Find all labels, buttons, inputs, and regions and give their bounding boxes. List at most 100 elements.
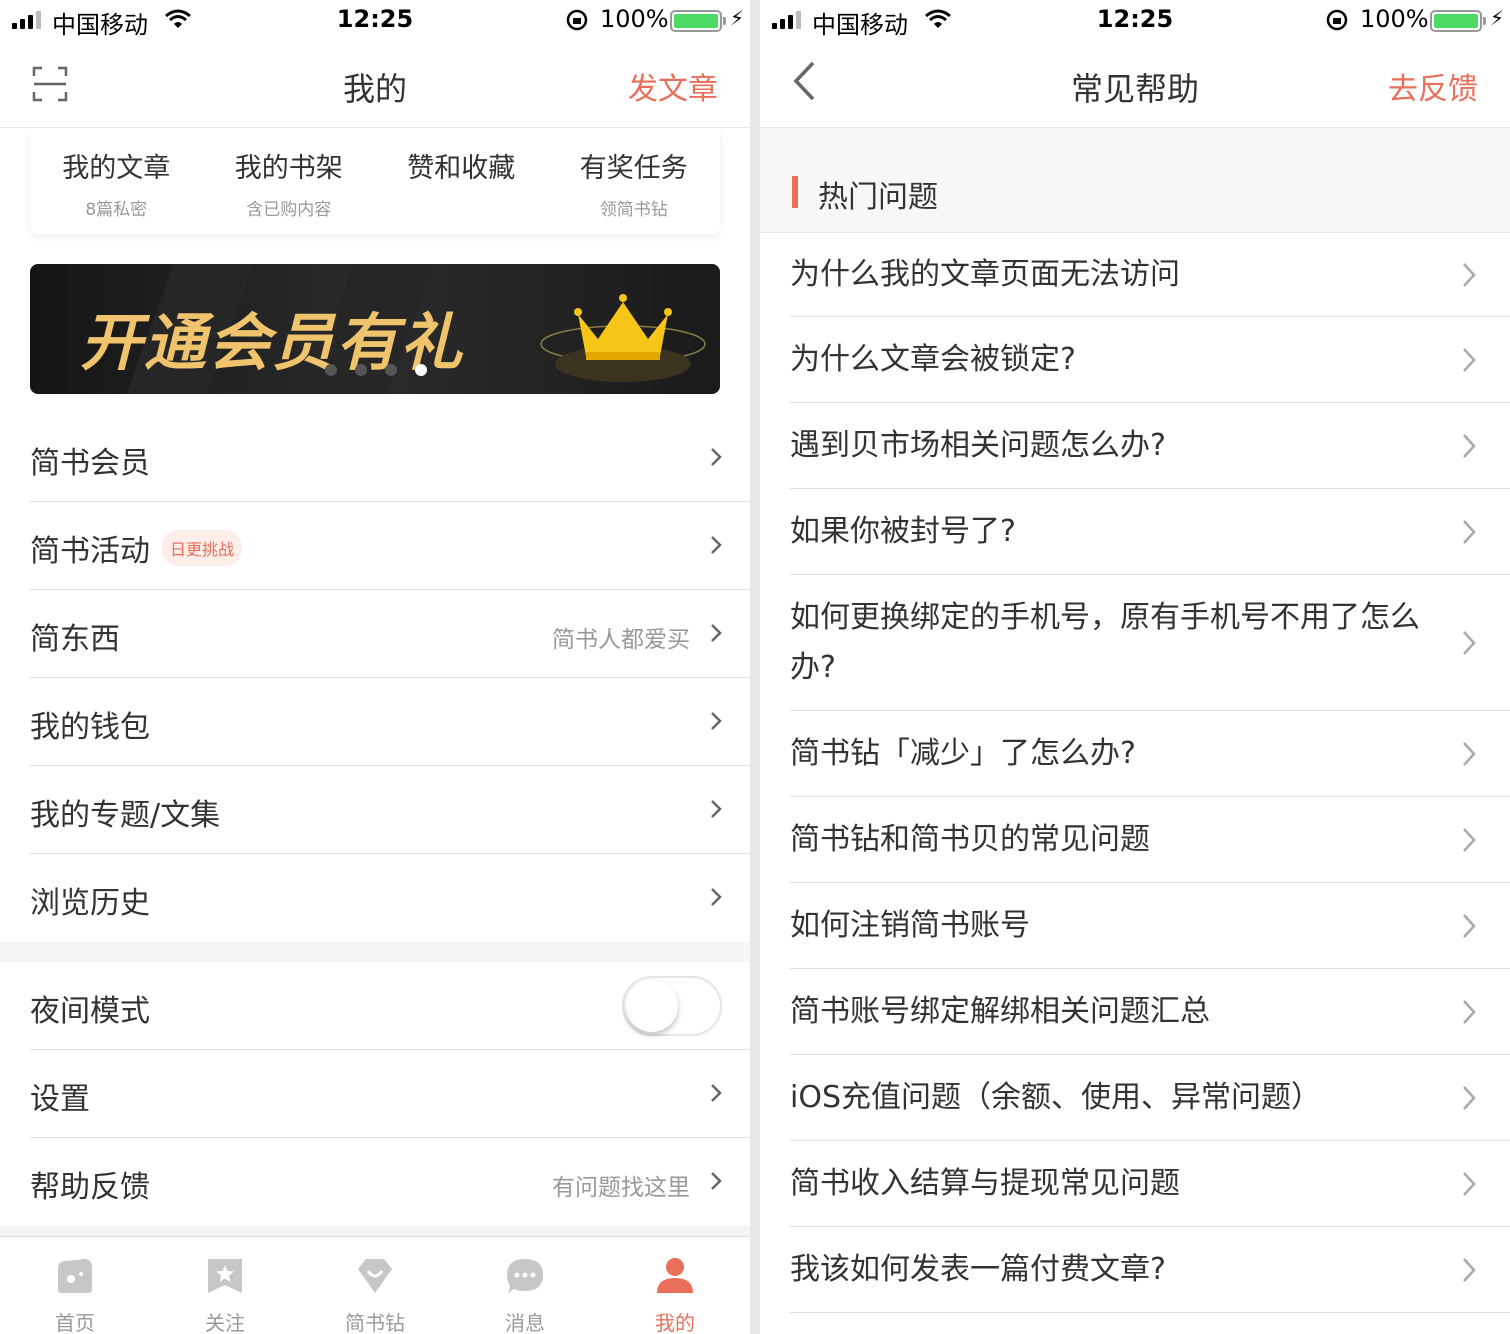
menu-label: 简东西 [30,622,120,657]
menu-label: 设置 [30,1082,90,1117]
chevron-right-icon [711,448,722,466]
stat-title: 我的文章 [62,153,171,184]
chevron-right-icon [1463,348,1476,372]
menu-item-wallet[interactable]: 我的钱包 [30,678,750,766]
menu-label: 简书会员 [30,446,150,481]
tab-label: 首页 [55,1311,95,1334]
my-bookshelf-button[interactable]: 我的书架 含已购内容 [203,128,376,234]
section-title: 热门问题 [818,180,938,215]
rotation-lock-icon [1326,9,1348,31]
menu-item-activities[interactable]: 简书活动 日更挑战 [30,502,750,590]
faq-question: 如何更换绑定的手机号，原有手机号不用了怎么办? [790,600,1420,685]
faq-question: 简书账号绑定解绑相关问题汇总 [790,994,1210,1029]
tab-label: 简书钻 [345,1311,405,1334]
chevron-right-icon [1463,1172,1476,1196]
menu-item-shop[interactable]: 简东西 简书人都爱买 [30,590,750,678]
faq-item[interactable]: 简书钻「减少」了怎么办? [790,711,1510,797]
chevron-right-icon [1463,1000,1476,1024]
carousel-dot[interactable] [325,364,337,376]
tab-label: 我的 [655,1311,695,1334]
menu-label: 浏览历史 [30,886,150,921]
faq-item[interactable]: iOS充值问题（余额、使用、异常问题） [790,1055,1510,1141]
carousel-dot[interactable] [355,364,367,376]
my-articles-button[interactable]: 我的文章 8篇私密 [30,128,203,234]
chevron-right-icon [711,1084,722,1102]
stat-sub: 含已购内容 [246,200,332,220]
menu-label: 帮助反馈 [30,1170,150,1205]
faq-item[interactable]: 简书账号绑定解绑相关问题汇总 [790,969,1510,1055]
faq-item[interactable]: 为什么文章会被锁定? [790,317,1510,403]
menu-label: 我的钱包 [30,710,150,745]
status-bar: 中国移动 12:25 100% ⚡ [760,0,1510,40]
stats-card: 我的文章 8篇私密 我的书架 含已购内容 赞和收藏 有奖任务 领简书钻 [30,128,720,234]
profile-icon [657,1258,693,1293]
carousel-dots[interactable] [325,364,427,376]
section-accent-bar [792,176,798,208]
stat-title: 有奖任务 [579,153,688,184]
chevron-right-icon [1463,520,1476,544]
section-gap [0,1226,750,1236]
go-feedback-button[interactable]: 去反馈 [1388,64,1478,108]
battery-icon [1430,10,1486,32]
chevron-right-icon [711,624,722,642]
faq-item[interactable]: 如果你被封号了? [790,489,1510,575]
faq-item[interactable]: 我该如何发表一篇付费文章? [790,1227,1510,1313]
chevron-right-icon [711,888,722,906]
rotation-lock-icon [566,9,588,31]
chevron-right-icon [1463,828,1476,852]
menu-item-help-feedback[interactable]: 帮助反馈 有问题找这里 [30,1138,750,1226]
faq-question: 如何注销简书账号 [790,908,1030,943]
faq-question: 为什么文章会被锁定? [790,342,1076,377]
charging-icon: ⚡ [1490,6,1505,30]
menu-item-collections[interactable]: 我的专题/文集 [30,766,750,854]
tab-profile[interactable]: 我的 [600,1237,750,1334]
faq-question: 简书钻「减少」了怎么办? [790,736,1136,771]
screen-divider [750,0,760,1334]
faq-item[interactable]: 如何更换绑定的手机号，原有手机号不用了怎么办? [790,575,1510,711]
faq-item[interactable]: 简书收入结算与提现常见问题 [790,1141,1510,1227]
message-icon [507,1259,543,1293]
daily-challenge-badge: 日更挑战 [162,530,243,566]
tab-messages[interactable]: 消息 [450,1237,600,1334]
carousel-dot[interactable] [385,364,397,376]
section-gap [0,942,750,962]
tab-diamond[interactable]: 简书钻 [300,1237,450,1334]
faq-question: 为什么我的文章页面无法访问 [790,257,1180,292]
menu-label: 简书活动 [30,534,150,569]
follow-icon [208,1259,242,1293]
chevron-right-icon [1463,434,1476,458]
faq-item[interactable]: 遇到贝市场相关问题怎么办? [790,403,1510,489]
faq-item[interactable]: 为什么我的文章页面无法访问 [790,233,1510,317]
faq-question: 简书钻和简书贝的常见问题 [790,822,1150,857]
chevron-right-icon [711,536,722,554]
stat-sub: 领简书钻 [599,200,668,220]
battery-icon [670,10,726,32]
battery-percent: 100% [600,5,669,33]
likes-favorites-button[interactable]: 赞和收藏 [375,128,548,234]
faq-question: 遇到贝市场相关问题怎么办? [790,428,1166,463]
night-mode-toggle[interactable] [622,976,722,1036]
home-icon [58,1259,92,1293]
membership-banner[interactable]: 开通会员有礼 [30,264,720,394]
reward-tasks-button[interactable]: 有奖任务 领简书钻 [548,128,721,234]
chevron-right-icon [711,800,722,818]
menu-item-settings[interactable]: 设置 [30,1050,750,1138]
faq-item[interactable]: 简书钻和简书贝的常见问题 [790,797,1510,883]
faq-question: 我该如何发表一篇付费文章? [790,1252,1166,1287]
faq-question: 简书收入结算与提现常见问题 [790,1166,1180,1201]
section-header: 热门问题 [760,128,1510,233]
write-article-button[interactable]: 发文章 [628,64,718,108]
tab-follow[interactable]: 关注 [150,1237,300,1334]
carousel-dot-active[interactable] [415,364,427,376]
tab-home[interactable]: 首页 [0,1237,150,1334]
tab-bar: 首页 关注 简书钻 消息 我的 [0,1236,750,1334]
faq-question: iOS充值问题（余额、使用、异常问题） [790,1080,1321,1115]
menu-item-history[interactable]: 浏览历史 [30,854,750,942]
menu-item-membership[interactable]: 简书会员 [30,414,750,502]
menu-label: 我的专题/文集 [30,798,221,833]
status-bar: 中国移动 12:25 100% ⚡ [0,0,750,40]
faq-question: 如果你被封号了? [790,514,1016,549]
stat-title: 我的书架 [234,153,343,184]
faq-item[interactable]: 如何注销简书账号 [790,883,1510,969]
tab-label: 关注 [205,1311,245,1334]
